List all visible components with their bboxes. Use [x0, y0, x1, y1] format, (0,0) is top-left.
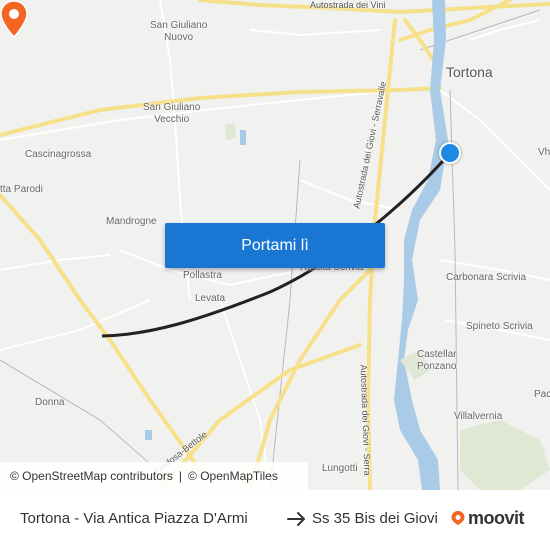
- origin-stop-name: Tortona - Via Antica Piazza D'Armi: [20, 510, 248, 527]
- place-tortona: Tortona: [446, 64, 493, 80]
- destination-stop-name: Ss 35 Bis dei Giovi: [312, 510, 438, 527]
- road-label-autostrada-vini: Autostrada dei Vini: [310, 0, 386, 10]
- place-spineto-scrivia: Spineto Scrivia: [466, 321, 533, 332]
- place-pollastra: Pollastra: [183, 270, 222, 281]
- map-view[interactable]: Tortona San Giuliano Nuovo San Giuliano …: [0, 0, 550, 490]
- moovit-logo[interactable]: moovit: [450, 506, 525, 530]
- take-me-there-button[interactable]: Portami lì: [165, 223, 385, 268]
- destination-pin-icon[interactable]: [0, 0, 28, 38]
- moovit-wordmark: moovit: [468, 507, 525, 528]
- attribution-separator: |: [178, 469, 183, 483]
- place-san-giuliano-vecchio: San Giuliano Vecchio: [143, 102, 201, 125]
- place-san-giuliano-nuovo: San Giuliano Nuovo: [150, 20, 208, 43]
- map-attribution: © OpenStreetMap contributors | © OpenMap…: [0, 462, 308, 490]
- place-villalvernia: Villalvernia: [454, 411, 503, 422]
- green-areas: [225, 123, 550, 490]
- place-levata: Levata: [195, 293, 226, 304]
- place-vh: Vh: [538, 147, 550, 158]
- origin-marker[interactable]: [439, 142, 461, 164]
- place-mandrogne: Mandrogne: [106, 216, 157, 227]
- openmaptiles-attribution-link[interactable]: © OpenMapTiles: [188, 469, 278, 483]
- arrow-right-icon: [287, 512, 305, 526]
- place-cascinagrossa: Cascinagrossa: [25, 149, 92, 160]
- moovit-pin-icon: [451, 511, 465, 525]
- place-lungotti: Lungotti: [322, 463, 358, 474]
- place-castellar-ponzano: Castellar Ponzano: [417, 349, 457, 372]
- osm-attribution-link[interactable]: © OpenStreetMap contributors: [10, 469, 173, 483]
- place-pac: Pac: [534, 389, 550, 400]
- place-donna: Donna: [35, 397, 65, 408]
- place-villa-parodi: tta Parodi: [0, 184, 43, 195]
- place-carbonara-scrivia: Carbonara Scrivia: [446, 272, 527, 283]
